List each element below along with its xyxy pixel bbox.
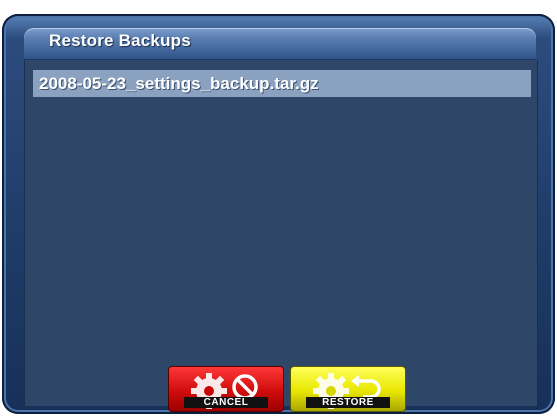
button-bar: CANCEL RESTORE xyxy=(25,366,537,412)
dialog-title: Restore Backups xyxy=(49,31,191,50)
restore-button[interactable]: RESTORE xyxy=(290,366,406,412)
backup-list[interactable]: 2008-05-23_settings_backup.tar.gz xyxy=(33,70,531,97)
dialog-title-bar: Restore Backups xyxy=(24,28,536,60)
restore-button-label: RESTORE xyxy=(306,397,390,408)
cancel-button[interactable]: CANCEL xyxy=(168,366,284,412)
cancel-button-label: CANCEL xyxy=(184,397,268,408)
backup-list-item[interactable]: 2008-05-23_settings_backup.tar.gz xyxy=(33,70,531,97)
dialog-content: 2008-05-23_settings_backup.tar.gz CANCEL… xyxy=(24,60,538,412)
restore-backups-dialog: Restore Backups 2008-05-23_settings_back… xyxy=(2,14,555,414)
